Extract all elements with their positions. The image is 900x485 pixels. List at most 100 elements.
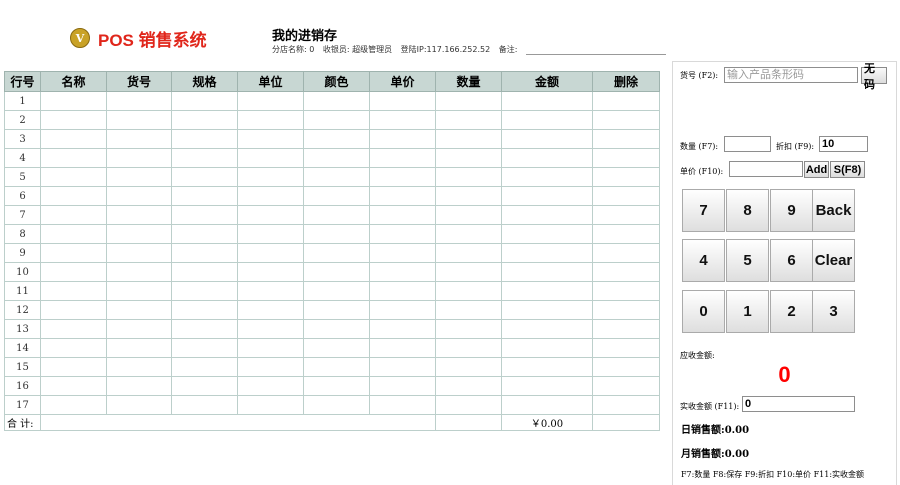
- table-cell: [501, 129, 593, 149]
- keypad-key[interactable]: 3: [812, 290, 855, 333]
- table-cell: [40, 91, 107, 111]
- table-cell: [171, 281, 238, 301]
- received-input[interactable]: [742, 396, 855, 412]
- table-cell: [501, 91, 593, 111]
- table-row[interactable]: 1: [4, 91, 660, 111]
- keypad-key[interactable]: 7: [682, 189, 725, 232]
- table-cell: [40, 186, 107, 206]
- table-cell: [369, 281, 436, 301]
- keypad-key[interactable]: Back: [812, 189, 855, 232]
- table-cell: [40, 110, 107, 130]
- table-cell: [369, 167, 436, 187]
- row-number: 17: [4, 395, 41, 415]
- table-cell: [106, 167, 172, 187]
- keypad-key[interactable]: 1: [726, 290, 769, 333]
- table-cell: [369, 262, 436, 282]
- table-row[interactable]: 5: [4, 167, 660, 187]
- keypad-key[interactable]: 9: [770, 189, 813, 232]
- table-row[interactable]: 3: [4, 129, 660, 149]
- table-row[interactable]: 13: [4, 319, 660, 339]
- app-logo: V POS 销售系统: [70, 28, 207, 50]
- table-cell: [435, 186, 502, 206]
- price-input[interactable]: [729, 161, 803, 177]
- table-cell: [501, 319, 593, 339]
- table-row[interactable]: 11: [4, 281, 660, 301]
- table-cell: [171, 300, 238, 320]
- due-label: 应收金额:: [680, 351, 715, 360]
- table-row[interactable]: 16: [4, 376, 660, 396]
- table-cell: [592, 205, 660, 225]
- table-cell: [106, 186, 172, 206]
- keypad-key[interactable]: 4: [682, 239, 725, 282]
- table-cell: [303, 319, 370, 339]
- total-spacer: [40, 414, 436, 431]
- table-cell: [592, 338, 660, 358]
- table-cell: [592, 262, 660, 282]
- table-cell: [237, 395, 304, 415]
- sku-input[interactable]: [724, 67, 858, 83]
- table-cell: [435, 91, 502, 111]
- table-row[interactable]: 12: [4, 300, 660, 320]
- table-cell: [40, 338, 107, 358]
- table-cell: [171, 376, 238, 396]
- row-number: 13: [4, 319, 41, 339]
- table-cell: [592, 319, 660, 339]
- remark-field[interactable]: [525, 45, 666, 55]
- keypad-key[interactable]: 8: [726, 189, 769, 232]
- row-number: 15: [4, 357, 41, 377]
- table-row[interactable]: 14: [4, 338, 660, 358]
- table-cell: [435, 262, 502, 282]
- table-cell: [237, 376, 304, 396]
- total-quantity: [435, 414, 502, 431]
- page-title: 我的进销存: [272, 29, 338, 44]
- add-button[interactable]: Add: [804, 161, 829, 178]
- table-cell: [40, 148, 107, 168]
- keypad-key[interactable]: 5: [726, 239, 769, 282]
- column-header: 货号: [106, 71, 172, 92]
- table-cell: [171, 262, 238, 282]
- row-number: 4: [4, 148, 41, 168]
- table-cell: [171, 205, 238, 225]
- table-cell: [369, 338, 436, 358]
- table-cell: [303, 110, 370, 130]
- table-row[interactable]: 10: [4, 262, 660, 282]
- table-cell: [592, 357, 660, 377]
- table-row[interactable]: 2: [4, 110, 660, 130]
- table-cell: [237, 205, 304, 225]
- table-row[interactable]: 9: [4, 243, 660, 263]
- table-cell: [303, 129, 370, 149]
- table-cell: [40, 129, 107, 149]
- table-cell: [501, 243, 593, 263]
- table-row[interactable]: 17: [4, 395, 660, 415]
- table-cell: [303, 376, 370, 396]
- table-cell: [171, 129, 238, 149]
- no-code-button[interactable]: 无码: [861, 63, 887, 91]
- table-cell: [501, 300, 593, 320]
- save-button[interactable]: S(F8): [830, 161, 865, 178]
- table-cell: [369, 205, 436, 225]
- table-cell: [435, 148, 502, 168]
- table-row[interactable]: 8: [4, 224, 660, 244]
- table-row[interactable]: 4: [4, 148, 660, 168]
- table-row[interactable]: 6: [4, 186, 660, 206]
- column-header: 行号: [4, 71, 41, 92]
- logo-text: POS 销售系统: [98, 30, 207, 50]
- table-row[interactable]: 7: [4, 205, 660, 225]
- discount-input[interactable]: [819, 136, 868, 152]
- table-cell: [40, 243, 107, 263]
- qty-input[interactable]: [724, 136, 771, 152]
- column-header: 单位: [237, 71, 304, 92]
- keypad-key[interactable]: 2: [770, 290, 813, 333]
- table-row[interactable]: 15: [4, 357, 660, 377]
- keypad-key[interactable]: 0: [682, 290, 725, 333]
- table-cell: [237, 243, 304, 263]
- table-cell: [592, 224, 660, 244]
- table-cell: [435, 376, 502, 396]
- table-cell: [435, 224, 502, 244]
- table-cell: [592, 91, 660, 111]
- table-cell: [237, 281, 304, 301]
- table-cell: [369, 129, 436, 149]
- keypad-key[interactable]: Clear: [812, 239, 855, 282]
- keypad-key[interactable]: 6: [770, 239, 813, 282]
- column-header: 名称: [40, 71, 107, 92]
